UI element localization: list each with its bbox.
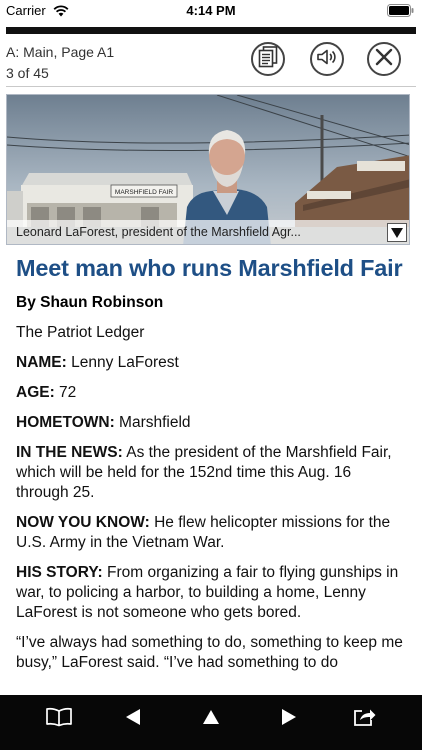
fact-label: HOMETOWN: [16,414,115,431]
up-button[interactable] [196,707,226,731]
close-icon [375,48,393,71]
article-body: Meet man who runs Marshfield Fair By Sha… [16,254,408,683]
speaker-icon [316,48,338,71]
fact-label: AGE: [16,384,55,401]
caption-expand-button[interactable] [387,223,407,242]
close-button[interactable] [367,42,401,76]
listen-button[interactable] [310,42,344,76]
previous-button[interactable] [118,707,148,731]
section-label: A: Main, Page A1 [6,44,115,60]
share-icon [353,707,377,732]
status-time: 4:14 PM [186,3,236,18]
next-icon [281,708,297,731]
book-icon [45,707,73,732]
byline: By Shaun Robinson [16,294,164,311]
quote-paragraph: “I’ve always had something to do, someth… [16,634,403,671]
status-bar: Carrier 4:14 PM [0,0,422,22]
header-divider [6,86,416,87]
up-icon [202,709,220,730]
fact-hometown: HOMETOWN: Marshfield [16,413,408,433]
page-count: 3 of 45 [6,65,49,81]
photo-caption: Leonard LaForest, president of the Marsh… [7,220,409,244]
battery-icon [387,4,414,22]
contents-button[interactable] [44,707,74,731]
pages-button[interactable] [251,42,285,76]
top-divider-bar [6,27,416,34]
previous-icon [125,708,141,731]
fact-label: IN THE NEWS: [16,444,123,461]
next-button[interactable] [274,707,304,731]
fact-value: 72 [54,384,77,401]
fact-his-story: HIS STORY: From organizing a fair to fly… [16,563,408,623]
article-headline: Meet man who runs Marshfield Fair [16,255,403,281]
pages-icon [258,45,278,73]
fair-sign-text: MARSHFIELD FAIR [115,189,173,196]
fact-label: NAME: [16,354,67,371]
triangle-down-icon [390,227,404,239]
fact-in-the-news: IN THE NEWS: As the president of the Mar… [16,443,408,503]
fact-name: NAME: Lenny LaForest [16,353,408,373]
article-header: A: Main, Page A1 3 of 45 [0,34,422,87]
fact-now-you-know: NOW YOU KNOW: He flew helicopter mission… [16,513,408,553]
caption-text: Leonard LaForest, president of the Marsh… [16,225,301,239]
bottom-toolbar [0,695,422,750]
fact-value: Lenny LaForest [66,354,179,371]
source-line: The Patriot Ledger [16,324,145,341]
fact-value: Marshfield [114,414,191,431]
share-button[interactable] [350,707,380,731]
fact-age: AGE: 72 [16,383,408,403]
article-photo[interactable]: MARSHFIELD FAIR Leonard LaForest, presid… [6,94,410,245]
fact-label: HIS STORY: [16,564,103,581]
fact-label: NOW YOU KNOW: [16,514,150,531]
